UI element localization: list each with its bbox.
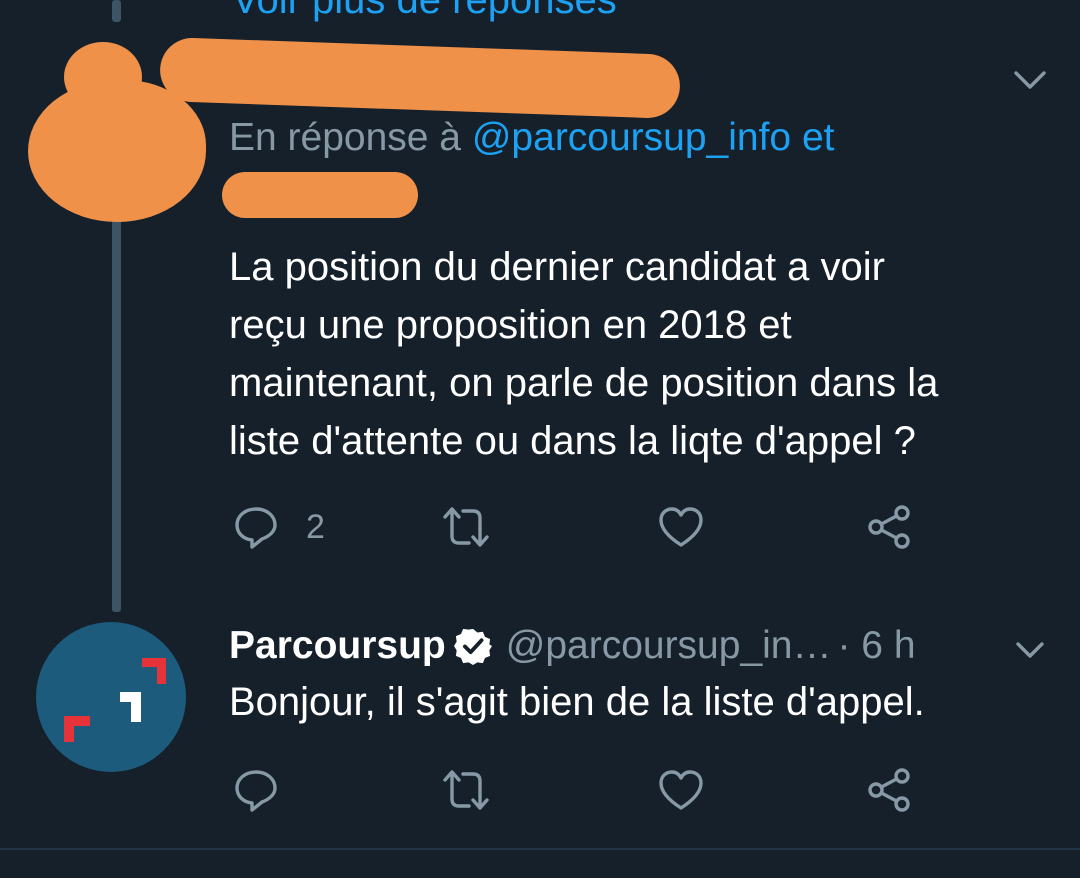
more-replies-link[interactable]: Voir plus de réponses — [232, 0, 617, 23]
avatar[interactable] — [36, 622, 186, 772]
reply-conjunction: et — [791, 116, 835, 159]
tweet-actions: 2 — [0, 497, 1080, 557]
tweet-text: Bonjour, il s'agit bien de la liste d'ap… — [229, 673, 925, 731]
tweet-text-line: maintenant, on parle de position dans la — [229, 361, 939, 405]
reply-mention-link[interactable]: @parcoursup_info — [472, 116, 791, 159]
like-icon — [659, 770, 703, 810]
redacted-avatar — [64, 42, 142, 112]
tweet-text: La position du dernier candidat a voir r… — [229, 238, 938, 470]
verified-badge-icon — [453, 628, 492, 665]
tweet-timestamp[interactable]: · 6 h — [837, 624, 915, 668]
like-button[interactable] — [657, 497, 705, 557]
redacted-author-name — [159, 36, 681, 120]
parcoursup-logo — [64, 658, 166, 742]
tweet-divider — [0, 848, 1080, 850]
author-handle[interactable]: @parcoursup_in… — [506, 624, 832, 668]
redacted-mention — [222, 172, 418, 218]
retweet-button[interactable] — [442, 497, 490, 557]
reply-icon — [235, 507, 277, 549]
tweet-header: Parcoursup @parcoursup_in… · 6 h — [229, 620, 916, 672]
reply-prefix: En réponse à — [229, 116, 472, 159]
retweet-button[interactable] — [442, 760, 490, 820]
chevron-down-icon[interactable] — [1010, 630, 1050, 670]
reply-icon — [235, 770, 277, 812]
reply-button[interactable] — [232, 760, 280, 820]
reply-count: 2 — [306, 507, 325, 546]
tweet-text-line: Bonjour, il s'agit bien de la liste d'ap… — [229, 680, 925, 724]
retweet-icon — [443, 507, 489, 547]
chevron-down-icon[interactable] — [1010, 60, 1050, 100]
tweet-text-line: La position du dernier candidat a voir — [229, 245, 885, 289]
author-name[interactable]: Parcoursup — [229, 624, 446, 668]
tweet-thread-screen: Voir plus de réponses En réponse à @parc… — [0, 0, 1080, 878]
reply-context: En réponse à @parcoursup_info et — [229, 116, 835, 160]
retweet-icon — [443, 770, 489, 810]
share-button[interactable] — [866, 760, 914, 820]
share-icon — [868, 768, 910, 812]
like-button[interactable] — [657, 760, 705, 820]
tweet-text-line: liste d'attente ou dans la liqte d'appel… — [229, 419, 916, 463]
tweet-text-line: reçu une proposition en 2018 et — [229, 303, 792, 347]
thread-connector-line — [112, 0, 121, 22]
like-icon — [659, 507, 703, 547]
share-icon — [868, 505, 910, 549]
share-button[interactable] — [866, 497, 914, 557]
tweet-actions — [0, 760, 1080, 820]
reply-button[interactable]: 2 — [232, 497, 325, 557]
